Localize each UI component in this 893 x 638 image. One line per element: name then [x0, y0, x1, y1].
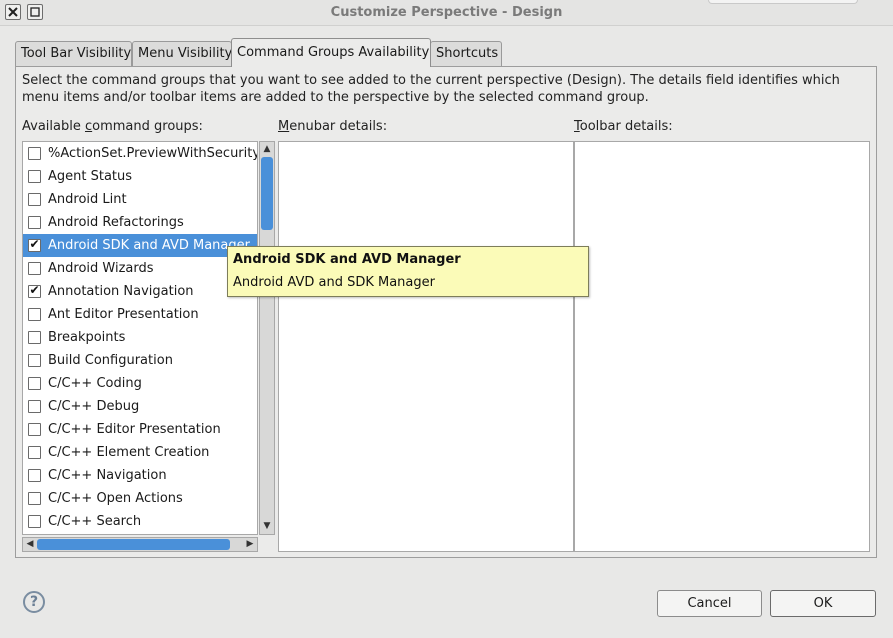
list-item-label: C/C++ Element Creation: [48, 445, 210, 460]
checkbox[interactable]: [28, 515, 41, 528]
list-item-label: C/C++ Open Actions: [48, 491, 183, 506]
list-item[interactable]: Build Configuration: [23, 349, 257, 372]
list-item[interactable]: C/C++ Debug: [23, 395, 257, 418]
available-label-prefix: Available: [22, 119, 85, 134]
toolbar-details-label: Toolbar details:: [574, 119, 673, 134]
list-item-label: Build Configuration: [48, 353, 173, 368]
tooltip-title: Android SDK and AVD Manager: [233, 252, 461, 267]
checkbox[interactable]: [28, 492, 41, 505]
checkbox[interactable]: [28, 423, 41, 436]
list-item-label: Android SDK and AVD Manager: [48, 238, 250, 253]
list-item[interactable]: Breakpoints: [23, 326, 257, 349]
toolbar-details-pane[interactable]: [574, 141, 870, 552]
checkmark-icon: ✔: [29, 283, 40, 297]
available-label-suffix: ommand groups:: [92, 119, 203, 134]
available-command-groups-label: Available command groups:: [22, 119, 203, 134]
list-item-label: C/C++ Coding: [48, 376, 142, 391]
scroll-down-button[interactable]: ▼: [260, 519, 274, 533]
title-bar-notch: [708, 0, 858, 4]
checkbox[interactable]: [28, 216, 41, 229]
help-icon: ?: [29, 594, 39, 610]
help-button[interactable]: ?: [23, 591, 45, 613]
list-item[interactable]: ✔ Android SDK and AVD Manager: [23, 234, 257, 257]
menubar-details-pane[interactable]: [278, 141, 574, 552]
tooltip: Android SDK and AVD Manager Android AVD …: [227, 246, 589, 297]
list-item[interactable]: C/C++ Navigation: [23, 464, 257, 487]
list-item-label: C/C++ Editor Presentation: [48, 422, 221, 437]
checkbox[interactable]: [28, 262, 41, 275]
list-item-label: Agent Status: [48, 169, 133, 184]
scroll-right-button[interactable]: ▶: [243, 538, 257, 551]
menubar-label-mnemonic: M: [278, 119, 290, 134]
list-item[interactable]: Android Lint: [23, 188, 257, 211]
list-item[interactable]: Agent Status: [23, 165, 257, 188]
list-item[interactable]: C/C++ Search: [23, 510, 257, 533]
list-item-label: Breakpoints: [48, 330, 126, 345]
tab-tool-bar-visibility[interactable]: Tool Bar Visibility: [15, 41, 132, 66]
checkbox[interactable]: ✔: [28, 237, 41, 252]
chevron-left-icon: ◀: [26, 539, 34, 549]
checkmark-icon: ✔: [29, 237, 40, 251]
list-item-label: Android Wizards: [48, 261, 154, 276]
list-item[interactable]: ✔ Annotation Navigation: [23, 280, 257, 303]
list-item[interactable]: Android Refactorings: [23, 211, 257, 234]
checkbox[interactable]: [28, 354, 41, 367]
chevron-down-icon: ▼: [263, 521, 271, 531]
tooltip-body: Android AVD and SDK Manager: [233, 275, 435, 290]
list-item-label: C/C++ Navigation: [48, 468, 167, 483]
list-item-label: %ActionSet.PreviewWithSecurity: [48, 146, 257, 161]
checkbox[interactable]: [28, 331, 41, 344]
list-horizontal-scroll-thumb[interactable]: [37, 539, 230, 550]
list-vertical-scroll-thumb[interactable]: [261, 157, 273, 230]
checkbox[interactable]: [28, 446, 41, 459]
list-item-label: Android Refactorings: [48, 215, 184, 230]
list-item-label: C/C++ Debug: [48, 399, 140, 414]
window-title: Customize Perspective - Design: [330, 5, 563, 20]
scroll-up-button[interactable]: ▲: [260, 142, 274, 156]
scroll-left-button[interactable]: ◀: [23, 538, 37, 551]
description-text: Select the command groups that you want …: [22, 73, 840, 105]
list-item-label: Android Lint: [48, 192, 127, 207]
menubar-details-label: Menubar details:: [278, 119, 387, 134]
checkbox[interactable]: ✔: [28, 283, 41, 298]
list-item-label: Ant Editor Presentation: [48, 307, 199, 322]
chevron-right-icon: ▶: [246, 539, 254, 549]
toolbar-label-suffix: oolbar details:: [579, 119, 673, 134]
list-item[interactable]: C/C++ Coding: [23, 372, 257, 395]
list-item[interactable]: %ActionSet.PreviewWithSecurity: [23, 142, 257, 165]
ok-button[interactable]: OK: [770, 590, 876, 617]
list-item[interactable]: C/C++ Open Actions: [23, 487, 257, 510]
list-item[interactable]: Android Wizards: [23, 257, 257, 280]
list-item-label: C/C++ Search: [48, 514, 142, 529]
list-item[interactable]: C/C++ Element Creation: [23, 441, 257, 464]
checkbox[interactable]: [28, 170, 41, 183]
checkbox[interactable]: [28, 377, 41, 390]
checkbox[interactable]: [28, 469, 41, 482]
chevron-up-icon: ▲: [263, 144, 271, 154]
checkbox[interactable]: [28, 193, 41, 206]
tab-menu-visibility[interactable]: Menu Visibility: [132, 41, 232, 66]
checkbox[interactable]: [28, 308, 41, 321]
list-item-label: Annotation Navigation: [48, 284, 194, 299]
tab-shortcuts[interactable]: Shortcuts: [430, 41, 502, 66]
checkbox[interactable]: [28, 147, 41, 160]
cancel-button[interactable]: Cancel: [657, 590, 762, 617]
checkbox[interactable]: [28, 400, 41, 413]
tab-command-groups-availability[interactable]: Command Groups Availability: [231, 38, 431, 67]
list-item[interactable]: Ant Editor Presentation: [23, 303, 257, 326]
command-groups-list[interactable]: %ActionSet.PreviewWithSecurity Agent Stat…: [22, 141, 258, 535]
menubar-label-suffix: enubar details:: [289, 119, 388, 134]
list-item[interactable]: C/C++ Editor Presentation: [23, 418, 257, 441]
